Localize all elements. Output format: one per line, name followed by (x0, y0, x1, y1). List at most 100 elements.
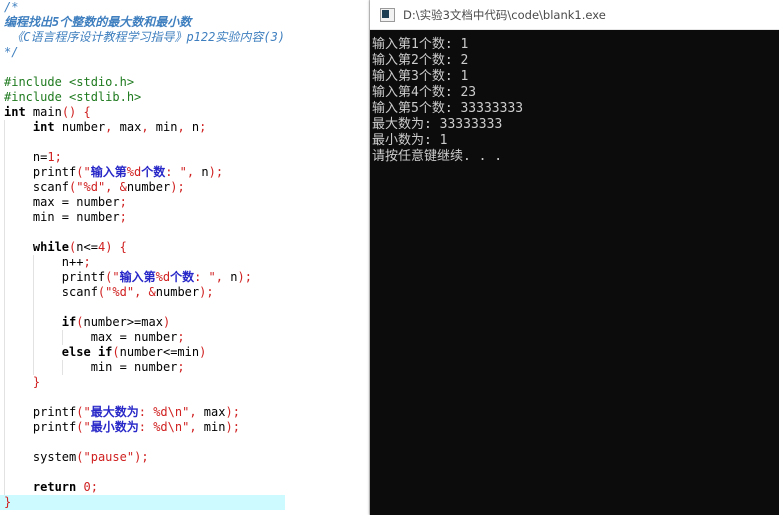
code-token: number (126, 180, 171, 194)
code-line[interactable]: if(number>=max) (0, 315, 285, 330)
code-line[interactable] (0, 435, 285, 450)
console-line: 输入第4个数: 23 (372, 85, 477, 100)
indent-guide (4, 135, 5, 150)
code-token: n= (32, 150, 48, 164)
code-token: max = number (32, 195, 120, 209)
code-line[interactable]: 编程找出5个整数的最大数和最小数 (0, 15, 285, 30)
code-token: ) (225, 405, 233, 419)
code-line[interactable]: scanf("%d", &number); (0, 285, 285, 300)
code-line[interactable] (0, 225, 285, 240)
console-line: 输入第3个数: 1 (372, 69, 469, 84)
code-line[interactable]: n++; (0, 255, 285, 270)
code-token: ) (208, 165, 216, 179)
code-line[interactable]: int number, max, min, n; (0, 120, 285, 135)
code-line[interactable]: min = number; (0, 360, 285, 375)
code-line[interactable] (0, 300, 285, 315)
code-line[interactable]: max = number; (0, 330, 285, 345)
code-token: , (189, 420, 197, 434)
code-line[interactable]: 《C语言程序设计教程学习指导》p122实验内容(3) (0, 30, 285, 45)
code-token: "%d" (105, 285, 135, 299)
indent-guide (4, 120, 5, 135)
code-line[interactable]: n=1; (0, 150, 285, 165)
code-line[interactable]: min = number; (0, 210, 285, 225)
code-token: 《C语言程序设计教程学习指导》p122实验内容(3) (4, 30, 286, 44)
code-line[interactable]: printf("输入第%d个数: ", n); (0, 165, 285, 180)
code-token: 输入第 (90, 165, 127, 179)
code-token: , (215, 270, 224, 284)
code-line[interactable]: system("pause"); (0, 450, 285, 465)
code-line[interactable]: scanf("%d", &number); (0, 180, 285, 195)
indent-guide (4, 390, 5, 405)
indent-guide (4, 465, 5, 480)
code-line[interactable]: #include <stdio.h> (0, 75, 285, 90)
code-token: 最小数为 (90, 420, 139, 434)
code-line[interactable] (0, 60, 285, 75)
code-token: number (155, 285, 200, 299)
code-line[interactable]: return 0; (0, 480, 285, 495)
console-line: 请按任意键继续. . . (372, 149, 503, 164)
console-line: 最大数为: 33333333 (372, 117, 503, 132)
code-line[interactable]: int main() { (0, 105, 285, 120)
code-token: max (196, 405, 226, 419)
code-token: " (112, 270, 120, 284)
code-token: , (177, 120, 185, 134)
code-line[interactable]: printf("输入第%d个数: ", n); (0, 270, 285, 285)
code-editor-pane[interactable]: /* 编程找出5个整数的最大数和最小数 《C语言程序设计教程学习指导》p122实验… (0, 0, 370, 515)
code-token: min (148, 120, 178, 134)
console-line: 输入第5个数: 33333333 (372, 101, 524, 116)
code-token: n++ (61, 255, 84, 269)
code-line[interactable]: while(n<=4) { (0, 240, 285, 255)
code-line[interactable]: */ (0, 45, 285, 60)
code-line[interactable]: /* (0, 0, 285, 15)
indent-guide (4, 315, 5, 330)
indent-guide (32, 330, 34, 345)
code-token: , (141, 120, 149, 134)
code-line[interactable]: } (0, 495, 286, 510)
indent-guide (4, 255, 5, 270)
code-token: #include <stdlib.h> (4, 90, 142, 104)
code-token: & (119, 180, 127, 194)
code-line[interactable]: else if(number<=min) (0, 345, 285, 360)
console-window[interactable]: D:\实验3文档中代码\code\blank1.exe 输入第1个数: 1 输入第… (370, 0, 779, 515)
code-line[interactable] (0, 390, 285, 405)
code-token: ; (90, 480, 98, 494)
indent-guide (32, 300, 34, 315)
indent-guide (4, 285, 5, 300)
code-token: printf (32, 165, 77, 179)
indent-guide (4, 300, 5, 315)
code-token: } (4, 495, 12, 509)
code-token: 个数 (141, 165, 166, 179)
app-root: /* 编程找出5个整数的最大数和最小数 《C语言程序设计教程学习指导》p122实验… (0, 0, 779, 515)
code-line[interactable]: printf("最大数为: %d\n", max); (0, 405, 285, 420)
code-line[interactable]: printf("最小数为: %d\n", min); (0, 420, 285, 435)
code-token: 个数 (170, 270, 195, 284)
code-line[interactable] (0, 135, 285, 150)
code-token: ; (232, 420, 240, 434)
code-token: max (112, 120, 142, 134)
code-token: ( (112, 345, 120, 359)
code-token: min = number (90, 360, 178, 374)
code-token: max = number (90, 330, 178, 344)
code-line[interactable]: #include <stdlib.h> (0, 90, 285, 105)
indent-guide (32, 360, 34, 375)
code-line[interactable] (0, 465, 285, 480)
console-output[interactable]: 输入第1个数: 1 输入第2个数: 2 输入第3个数: 1 输入第4个数: 23 输入第… (370, 31, 779, 515)
indent-guide (4, 225, 5, 240)
source-code[interactable]: /* 编程找出5个整数的最大数和最小数 《C语言程序设计教程学习指导》p122实验… (0, 0, 286, 510)
code-token: " (83, 165, 91, 179)
console-title-bar[interactable]: D:\实验3文档中代码\code\blank1.exe (370, 0, 779, 30)
code-line[interactable]: max = number; (0, 195, 285, 210)
code-line[interactable]: } (0, 375, 285, 390)
console-line: 输入第2个数: 2 (372, 53, 469, 68)
code-token: ; (177, 360, 185, 374)
